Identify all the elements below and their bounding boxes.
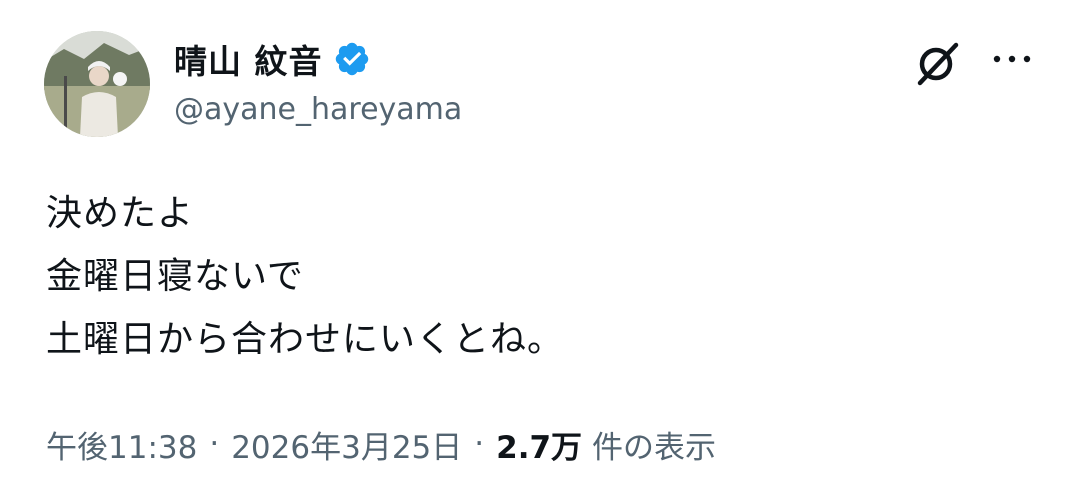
verified-badge-icon	[333, 40, 371, 78]
tweet-line: 土曜日から合わせにいくとね。	[46, 319, 565, 360]
tweet-line: 決めたよ	[46, 193, 195, 234]
avatar[interactable]	[44, 31, 150, 137]
views-label[interactable]: 件の表示	[592, 422, 716, 467]
views-count[interactable]: 2.7万	[496, 422, 582, 467]
tweet-line: 金曜日寝ないで	[46, 256, 304, 297]
avatar-image	[44, 31, 150, 137]
display-name[interactable]: 晴山 紋音	[174, 35, 323, 83]
tweet-time[interactable]: 午後11:38	[46, 422, 197, 467]
grok-slash-icon[interactable]	[912, 40, 962, 86]
meta-separator: ·	[209, 426, 220, 462]
author-handle[interactable]: @ayane_hareyama	[174, 92, 462, 127]
meta-separator: ·	[474, 426, 485, 462]
tweet-text: 決めたよ 金曜日寝ないで 土曜日から合わせにいくとね。	[46, 182, 564, 371]
more-dots-icon[interactable]	[990, 49, 1034, 69]
tweet-date[interactable]: 2026年3月25日	[231, 422, 462, 467]
tweet-meta: 午後11:38 · 2026年3月25日 · 2.7万 件の表示	[46, 420, 716, 468]
author-name-row[interactable]: 晴山 紋音	[174, 34, 371, 84]
